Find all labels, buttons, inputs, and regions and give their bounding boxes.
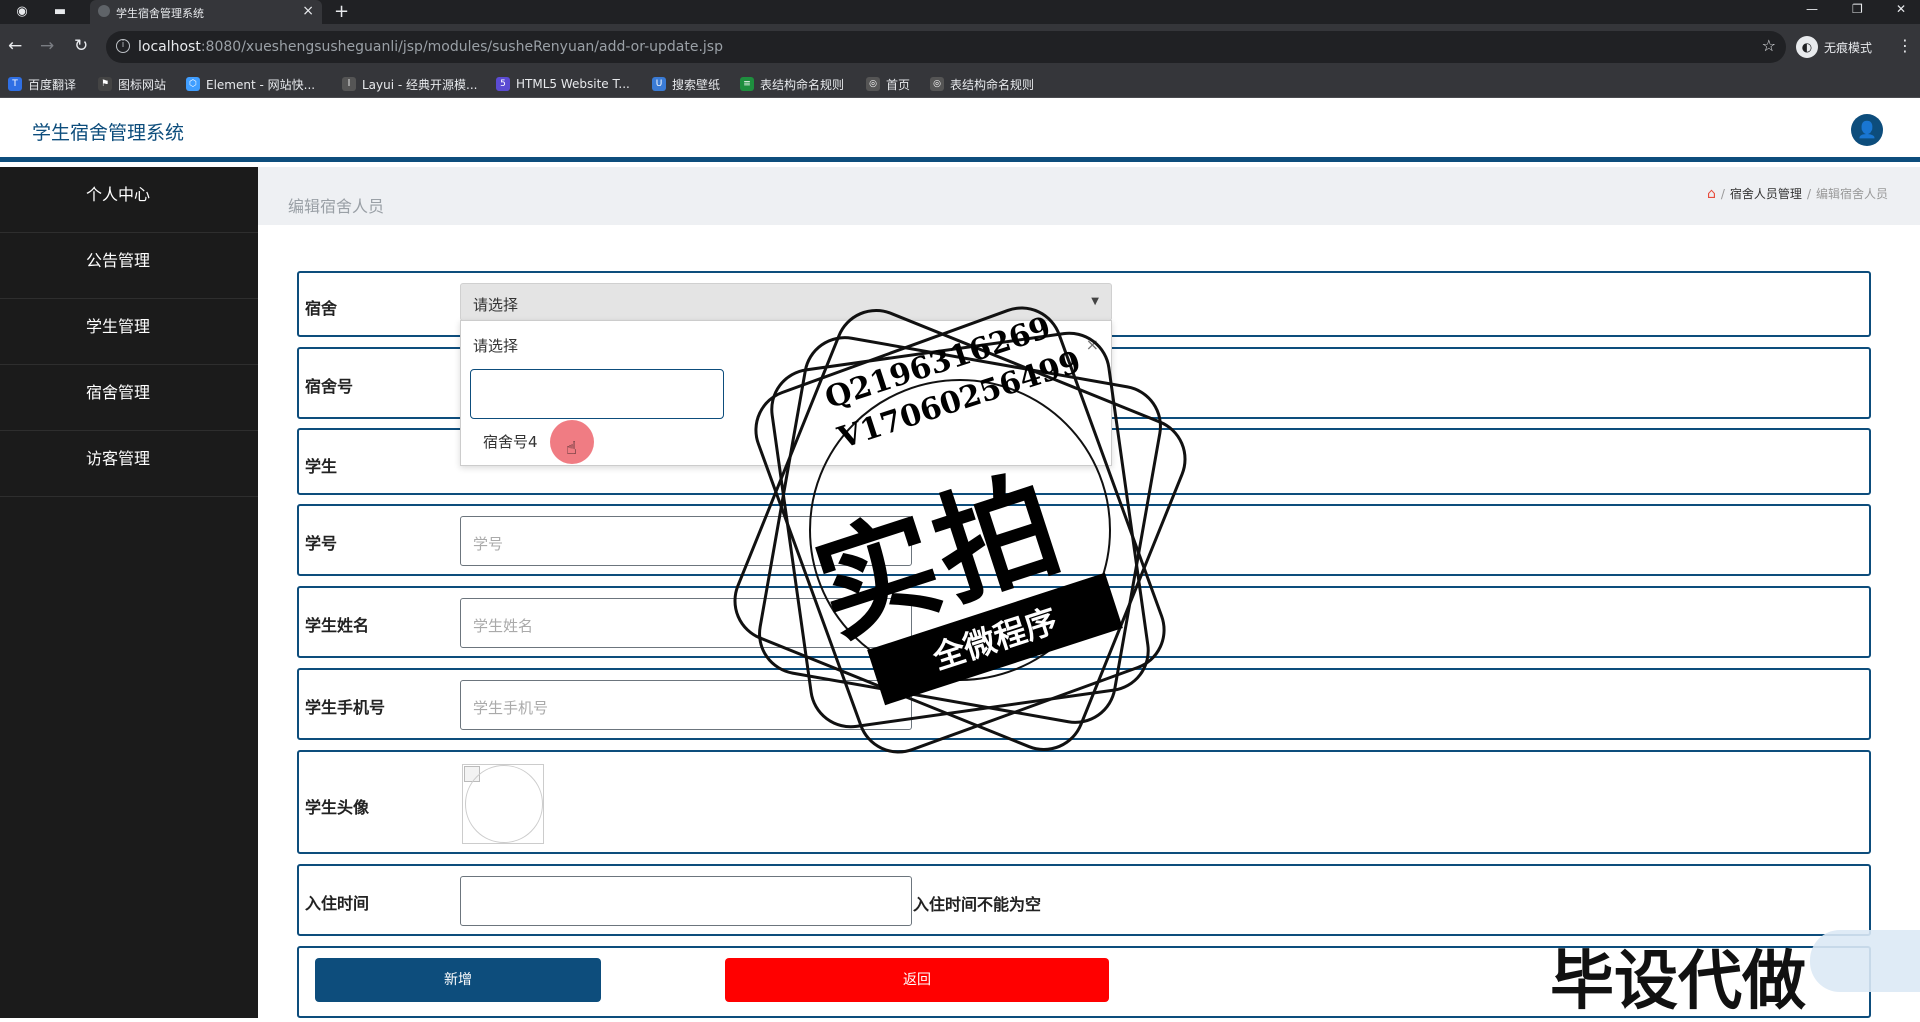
dropdown-header: 请选择 bbox=[473, 337, 519, 355]
student-photo-preview[interactable] bbox=[462, 764, 544, 844]
close-window-icon[interactable]: ✕ bbox=[1896, 2, 1906, 16]
app-header: 学生宿舍管理系统 👤 bbox=[0, 98, 1920, 162]
avatar-placeholder bbox=[465, 765, 543, 843]
browser-toolbar: ← → ↻ i localhost:8080/xueshengsusheguan… bbox=[0, 24, 1920, 70]
checkin-time-label: 入住时间 bbox=[305, 894, 370, 913]
bookmark-item[interactable]: T 百度翻译 bbox=[8, 76, 76, 92]
back-icon[interactable]: ← bbox=[8, 36, 22, 56]
html5-icon: 5 bbox=[496, 77, 510, 91]
sidebar-item-visitors[interactable]: 访客管理 bbox=[0, 431, 258, 497]
forward-icon[interactable]: → bbox=[40, 36, 54, 56]
browser-globe-icon[interactable]: ◉ bbox=[14, 4, 30, 20]
minimize-icon[interactable]: — bbox=[1806, 2, 1818, 16]
incognito-icon: ◐ bbox=[1796, 36, 1818, 58]
corner-badge-icon bbox=[1810, 930, 1920, 992]
tab-title: 学生宿舍管理系统 bbox=[116, 7, 204, 20]
student-photo-label: 学生头像 bbox=[305, 798, 370, 817]
url-text[interactable]: localhost:8080/xueshengsusheguanli/jsp/m… bbox=[138, 39, 723, 55]
checkin-time-error: 入住时间不能为空 bbox=[913, 895, 1042, 914]
bookmark-item[interactable]: 5 HTML5 Website T... bbox=[496, 76, 630, 92]
sidebar: 个人中心 公告管理 学生管理 宿舍管理 访客管理 bbox=[0, 167, 258, 1018]
incognito-indicator[interactable]: ◐ 无痕模式 bbox=[1796, 34, 1872, 60]
submit-button[interactable]: 新增 bbox=[315, 958, 601, 1002]
breadcrumb-separator: / bbox=[1720, 186, 1725, 201]
wallpaper-icon: U bbox=[652, 77, 666, 91]
dorm-select-value: 请选择 bbox=[473, 296, 519, 314]
student-label: 学生 bbox=[305, 457, 338, 476]
bookmark-star-icon[interactable]: ☆ bbox=[1762, 36, 1776, 55]
breadcrumb-bar: 编辑宿舍人员 ⌂ / 宿舍人员管理 / 编辑宿舍人员 bbox=[258, 167, 1920, 225]
breadcrumb-current: 编辑宿舍人员 bbox=[1815, 187, 1888, 201]
bookmark-item[interactable]: ⚑ 图标网站 bbox=[98, 76, 166, 92]
element-icon: ⬡ bbox=[186, 77, 200, 91]
form-row-checkin-time: 入住时间 入住时间不能为空 bbox=[297, 864, 1871, 936]
student-no-label: 学号 bbox=[305, 534, 338, 553]
dropdown-search-input[interactable] bbox=[470, 369, 724, 419]
page-title: 编辑宿舍人员 bbox=[288, 197, 385, 216]
new-tab-icon[interactable]: + bbox=[334, 1, 349, 22]
browser-tab-strip: ◉ ▬ 学生宿舍管理系统 × + — ❐ ✕ bbox=[0, 0, 1920, 24]
reload-icon[interactable]: ↻ bbox=[74, 36, 88, 56]
student-no-placeholder: 学号 bbox=[473, 535, 504, 553]
breadcrumb-separator: / bbox=[1806, 186, 1811, 201]
student-phone-placeholder: 学生手机号 bbox=[473, 699, 549, 717]
sidebar-item-personal-center[interactable]: 个人中心 bbox=[0, 167, 258, 233]
pointer-hand-icon: ☝ bbox=[566, 438, 577, 459]
tab-favicon-icon bbox=[98, 5, 110, 17]
student-name-placeholder: 学生姓名 bbox=[473, 617, 534, 635]
tab-switcher-icon[interactable]: ▬ bbox=[52, 4, 68, 20]
dorm-label: 宿舍 bbox=[305, 299, 338, 318]
breadcrumb: ⌂ / 宿舍人员管理 / 编辑宿舍人员 bbox=[1707, 185, 1888, 202]
address-bar[interactable]: i localhost:8080/xueshengsusheguanli/jsp… bbox=[106, 31, 1786, 63]
bookmark-item[interactable]: l Layui - 经典开源模... bbox=[342, 76, 477, 92]
browser-menu-icon[interactable]: ⋮ bbox=[1897, 36, 1913, 55]
baidu-translate-icon: T bbox=[8, 77, 22, 91]
tab-close-icon[interactable]: × bbox=[302, 3, 314, 19]
browser-tab-active[interactable]: 学生宿舍管理系统 × bbox=[90, 0, 322, 24]
sidebar-item-dorms[interactable]: 宿舍管理 bbox=[0, 365, 258, 431]
sidebar-item-announcements[interactable]: 公告管理 bbox=[0, 233, 258, 299]
incognito-label: 无痕模式 bbox=[1824, 40, 1873, 55]
dorm-number-label: 宿舍号 bbox=[305, 377, 354, 396]
student-phone-label: 学生手机号 bbox=[305, 698, 386, 717]
bookmark-item[interactable]: ◎ 表结构命名规则 bbox=[930, 76, 1034, 92]
home-icon[interactable]: ⌂ bbox=[1707, 186, 1716, 202]
sidebar-item-students[interactable]: 学生管理 bbox=[0, 299, 258, 365]
globe-icon: ◎ bbox=[930, 77, 944, 91]
globe-icon: ◎ bbox=[866, 77, 880, 91]
checkin-time-input[interactable] bbox=[460, 876, 912, 926]
bookmark-item[interactable]: U 搜索壁纸 bbox=[652, 76, 720, 92]
bookmark-item[interactable]: ≡ 表结构命名规则 bbox=[740, 76, 844, 92]
back-button[interactable]: 返回 bbox=[725, 958, 1109, 1002]
student-name-label: 学生姓名 bbox=[305, 616, 370, 635]
watermark-corner-text: 毕设代做 bbox=[1550, 945, 1806, 1019]
site-info-icon[interactable]: i bbox=[116, 39, 130, 53]
app-title[interactable]: 学生宿舍管理系统 bbox=[32, 118, 184, 145]
sheet-icon: ≡ bbox=[740, 77, 754, 91]
bookmarks-bar: T 百度翻译 ⚑ 图标网站 ⬡ Element - 网站快... l Layui - 经… bbox=[0, 70, 1920, 98]
bookmark-item[interactable]: ◎ 首页 bbox=[866, 76, 910, 92]
flag-icon: ⚑ bbox=[98, 77, 112, 91]
restore-icon[interactable]: ❐ bbox=[1852, 2, 1863, 16]
bookmark-item[interactable]: ⬡ Element - 网站快... bbox=[186, 76, 315, 92]
dropdown-option[interactable]: 宿舍号4 bbox=[483, 431, 538, 452]
user-avatar-icon[interactable]: 👤 bbox=[1851, 114, 1883, 146]
layui-icon: l bbox=[342, 77, 356, 91]
breadcrumb-parent[interactable]: 宿舍人员管理 bbox=[1730, 185, 1802, 202]
